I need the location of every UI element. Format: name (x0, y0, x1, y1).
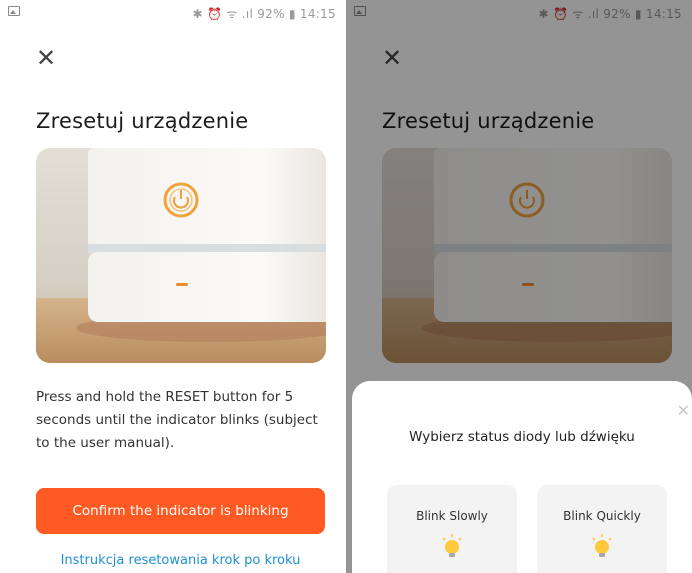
close-icon[interactable]: ✕ (36, 46, 58, 70)
option-label: Blink Quickly (563, 509, 641, 523)
page-title: Zresetuj urządzenie (36, 109, 249, 133)
close-icon[interactable]: ✕ (677, 401, 690, 420)
reset-guide-link[interactable]: Instrukcja resetowania krok po kroku (36, 553, 325, 568)
status-bar: ✱ ⏰ ᯤ .ıl 92% ▮ 14:15 (0, 0, 346, 26)
status-bottom-sheet: ✕ Wybierz status diody lub dźwięku Blink… (352, 381, 692, 573)
reset-instruction: Press and hold the RESET button for 5 se… (36, 389, 318, 451)
status-indicators: ✱ ⏰ ᯤ .ıl 92% ▮ 14:15 (192, 7, 336, 21)
blink-quickly-option[interactable]: Blink Quickly (537, 485, 667, 573)
gallery-notification-icon (8, 5, 20, 19)
reset-screen-with-sheet: ✱ ⏰ ᯤ .ıl 92% ▮ 14:15 ✕ Zresetuj urządze… (346, 0, 692, 573)
reset-screen: ✱ ⏰ ᯤ .ıl 92% ▮ 14:15 ✕ Zresetuj urządze… (0, 0, 346, 573)
blink-slowly-option[interactable]: Blink Slowly (387, 485, 517, 573)
confirm-blinking-button[interactable]: Confirm the indicator is blinking (36, 488, 325, 534)
device-illustration (36, 148, 326, 363)
option-label: Blink Slowly (416, 509, 488, 523)
lightbulb-icon (442, 534, 462, 557)
lightbulb-icon (592, 534, 612, 557)
sheet-title: Wybierz status diody lub dźwięku (409, 429, 635, 445)
device-photo (36, 148, 326, 363)
